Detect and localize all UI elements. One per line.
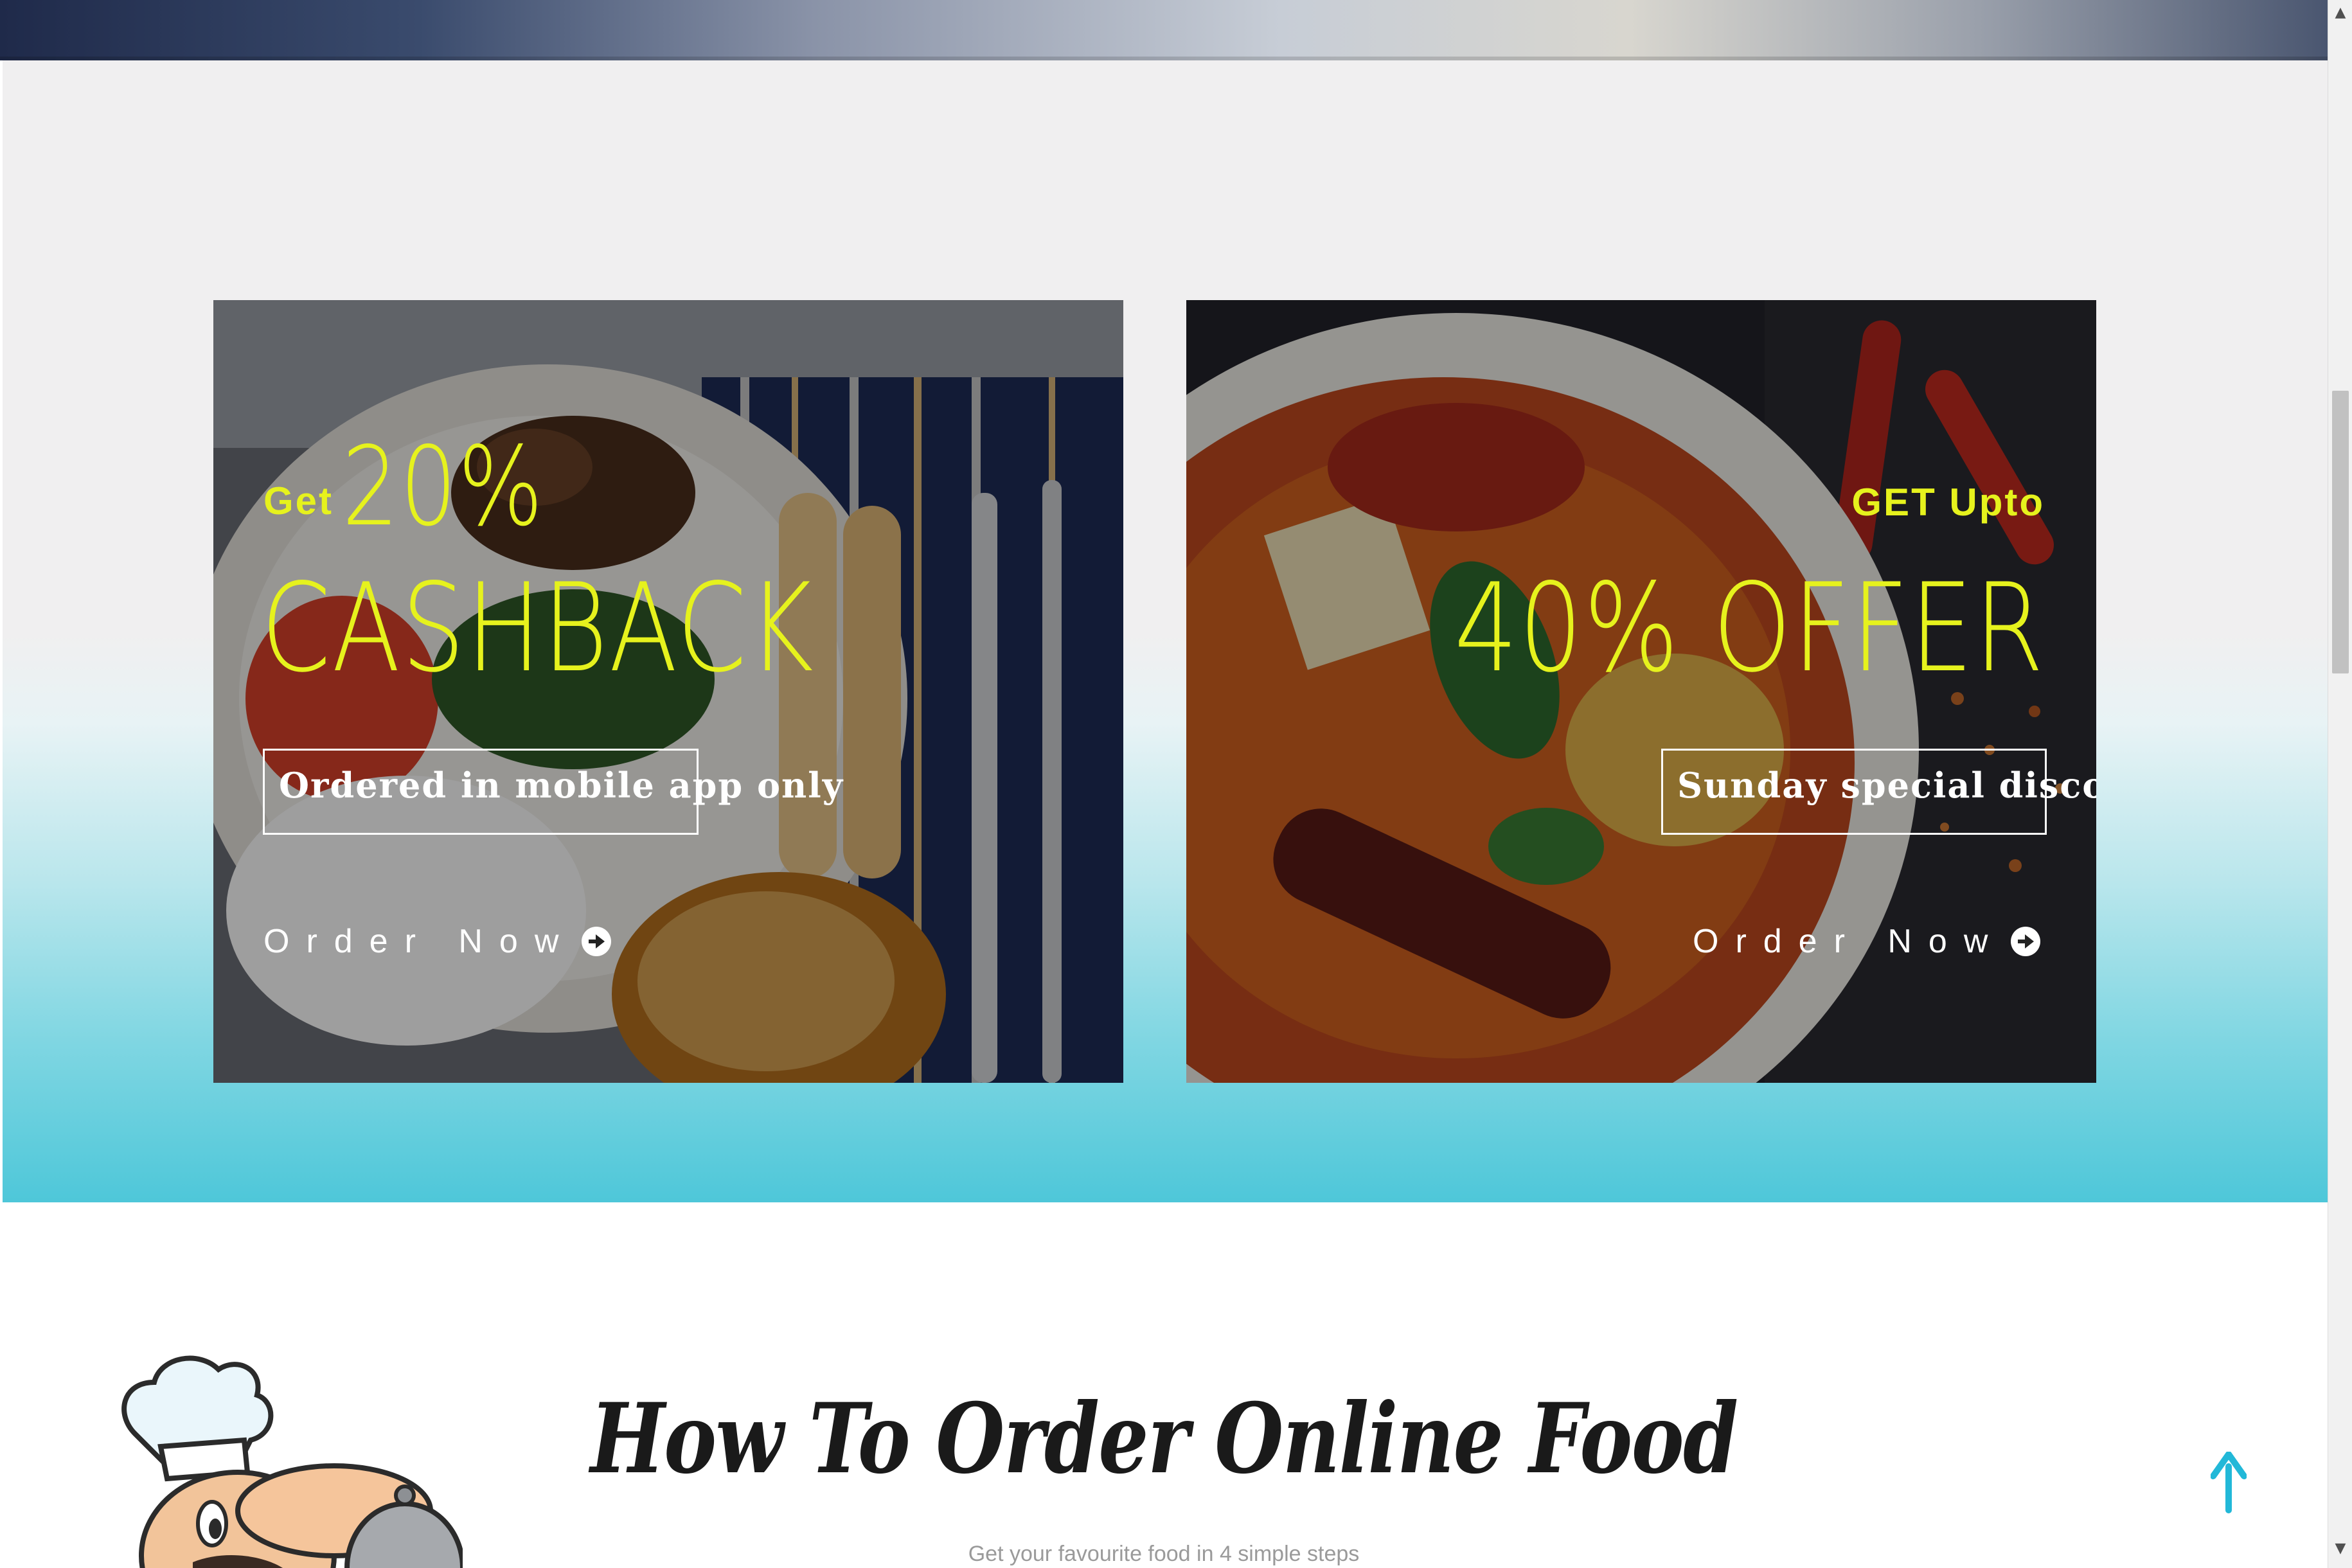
- offer-tag-box: Ordered in mobile app only: [263, 749, 842, 835]
- scroll-up-arrow-icon[interactable]: ▲: [2328, 0, 2352, 24]
- offer-headline: CASHBACK: [261, 557, 815, 699]
- how-to-order-title: How To Order Online Food: [590, 1382, 1739, 1495]
- offer-kicker: Get: [263, 479, 334, 523]
- offers-section: Get 20% CASHBACK Ordered in mobile app o…: [3, 60, 2328, 1202]
- offer-percent: 20%: [342, 423, 544, 551]
- order-now-link[interactable]: Order Now: [1693, 922, 2041, 961]
- hero-image-strip: [0, 0, 2328, 60]
- order-now-label: Order Now: [263, 923, 576, 960]
- how-to-order-section: How To Order Online Food Get your favour…: [0, 1202, 2328, 1568]
- order-now-link[interactable]: Order Now: [263, 922, 612, 961]
- offer-kicker-text: GET Upto: [1851, 481, 2045, 524]
- order-now-label: Order Now: [1693, 923, 2005, 960]
- offer-kicker-text: Get: [263, 479, 334, 522]
- offer-kicker: GET Upto: [1851, 480, 2045, 524]
- arrow-up-icon[interactable]: [2211, 1452, 2247, 1513]
- offer-headline: 40% OFFER: [1454, 557, 2045, 699]
- offer-tag-text: Sunday special discount: [1677, 765, 2096, 806]
- page: Get 20% CASHBACK Ordered in mobile app o…: [0, 0, 2328, 1568]
- how-to-order-subtitle: Get your favourite food in 4 simple step…: [968, 1542, 1360, 1566]
- arrow-circle-right-icon: [2011, 927, 2041, 956]
- offer-tag-box: Sunday special discount: [1661, 749, 2096, 835]
- offer-card-cashback[interactable]: Get 20% CASHBACK Ordered in mobile app o…: [213, 300, 1123, 1083]
- offer-tag-text: Ordered in mobile app only: [279, 765, 844, 806]
- scrollbar-thumb[interactable]: [2332, 391, 2349, 673]
- browser-scrollbar[interactable]: ▲ ▼: [2328, 0, 2352, 1568]
- scroll-down-arrow-icon[interactable]: ▼: [2328, 1536, 2352, 1560]
- arrow-circle-right-icon: [582, 927, 612, 956]
- offer-card-sunday[interactable]: GET Upto 40% OFFER Sunday special discou…: [1186, 300, 2096, 1083]
